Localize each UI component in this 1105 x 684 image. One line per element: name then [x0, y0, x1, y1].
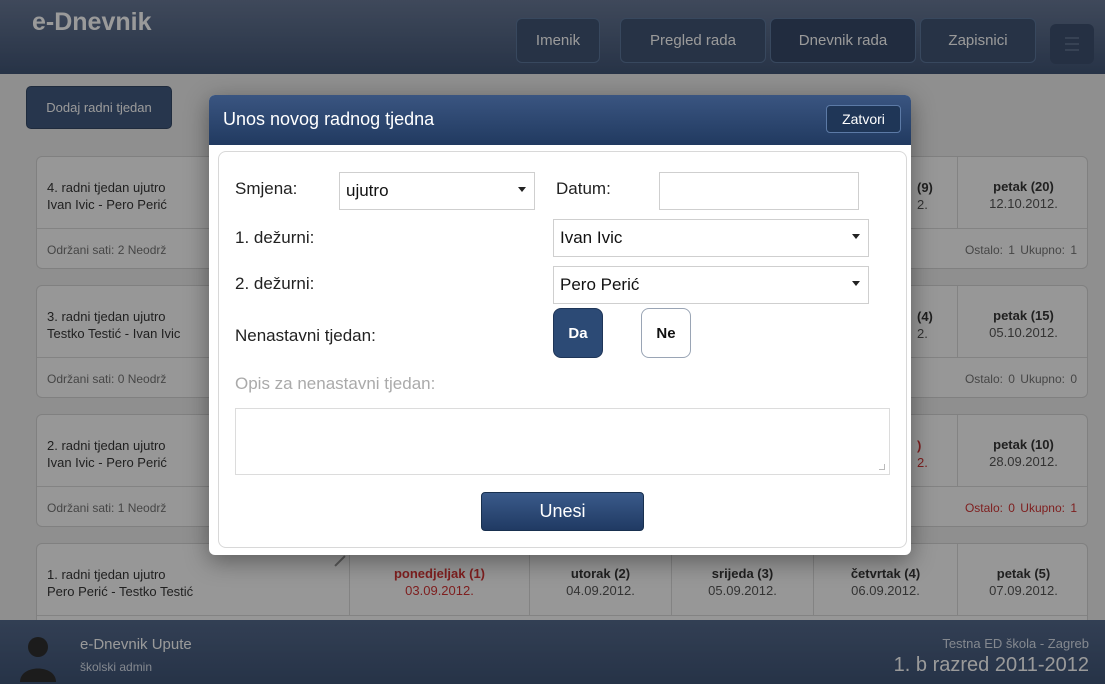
chevron-down-icon	[852, 281, 860, 286]
shift-select[interactable]: ujutro	[339, 172, 535, 210]
non-teaching-yes-toggle[interactable]: Da	[553, 308, 603, 358]
new-week-modal: Unos novog radnog tjedna Zatvori Smjena:…	[209, 95, 911, 555]
close-button[interactable]: Zatvori	[826, 105, 901, 133]
chevron-down-icon	[852, 234, 860, 239]
shift-label: Smjena:	[235, 179, 298, 198]
modal-title: Unos novog radnog tjedna	[223, 109, 435, 129]
duty2-select[interactable]: Pero Perić	[553, 266, 869, 304]
duty1-label: 1. dežurni:	[235, 228, 315, 247]
date-input[interactable]	[659, 172, 859, 210]
duty2-select-value: Pero Perić	[560, 275, 640, 294]
description-label: Opis za nenastavni tjedan:	[235, 374, 436, 393]
shift-select-value: ujutro	[346, 181, 389, 200]
duty1-select[interactable]: Ivan Ivic	[553, 219, 869, 257]
duty2-label: 2. dežurni:	[235, 274, 315, 293]
non-teaching-no-toggle[interactable]: Ne	[641, 308, 691, 358]
submit-button[interactable]: Unesi	[481, 492, 644, 531]
chevron-down-icon	[518, 187, 526, 192]
description-textarea[interactable]	[235, 408, 890, 475]
resize-grip-icon[interactable]	[879, 464, 885, 470]
modal-body: Smjena: ujutro Datum: 1. dežurni: Ivan I…	[218, 151, 907, 548]
duty1-select-value: Ivan Ivic	[560, 228, 623, 247]
non-teaching-week-label: Nenastavni tjedan:	[235, 326, 376, 345]
date-label: Datum:	[556, 179, 611, 198]
modal-header: Unos novog radnog tjedna Zatvori	[209, 95, 911, 145]
